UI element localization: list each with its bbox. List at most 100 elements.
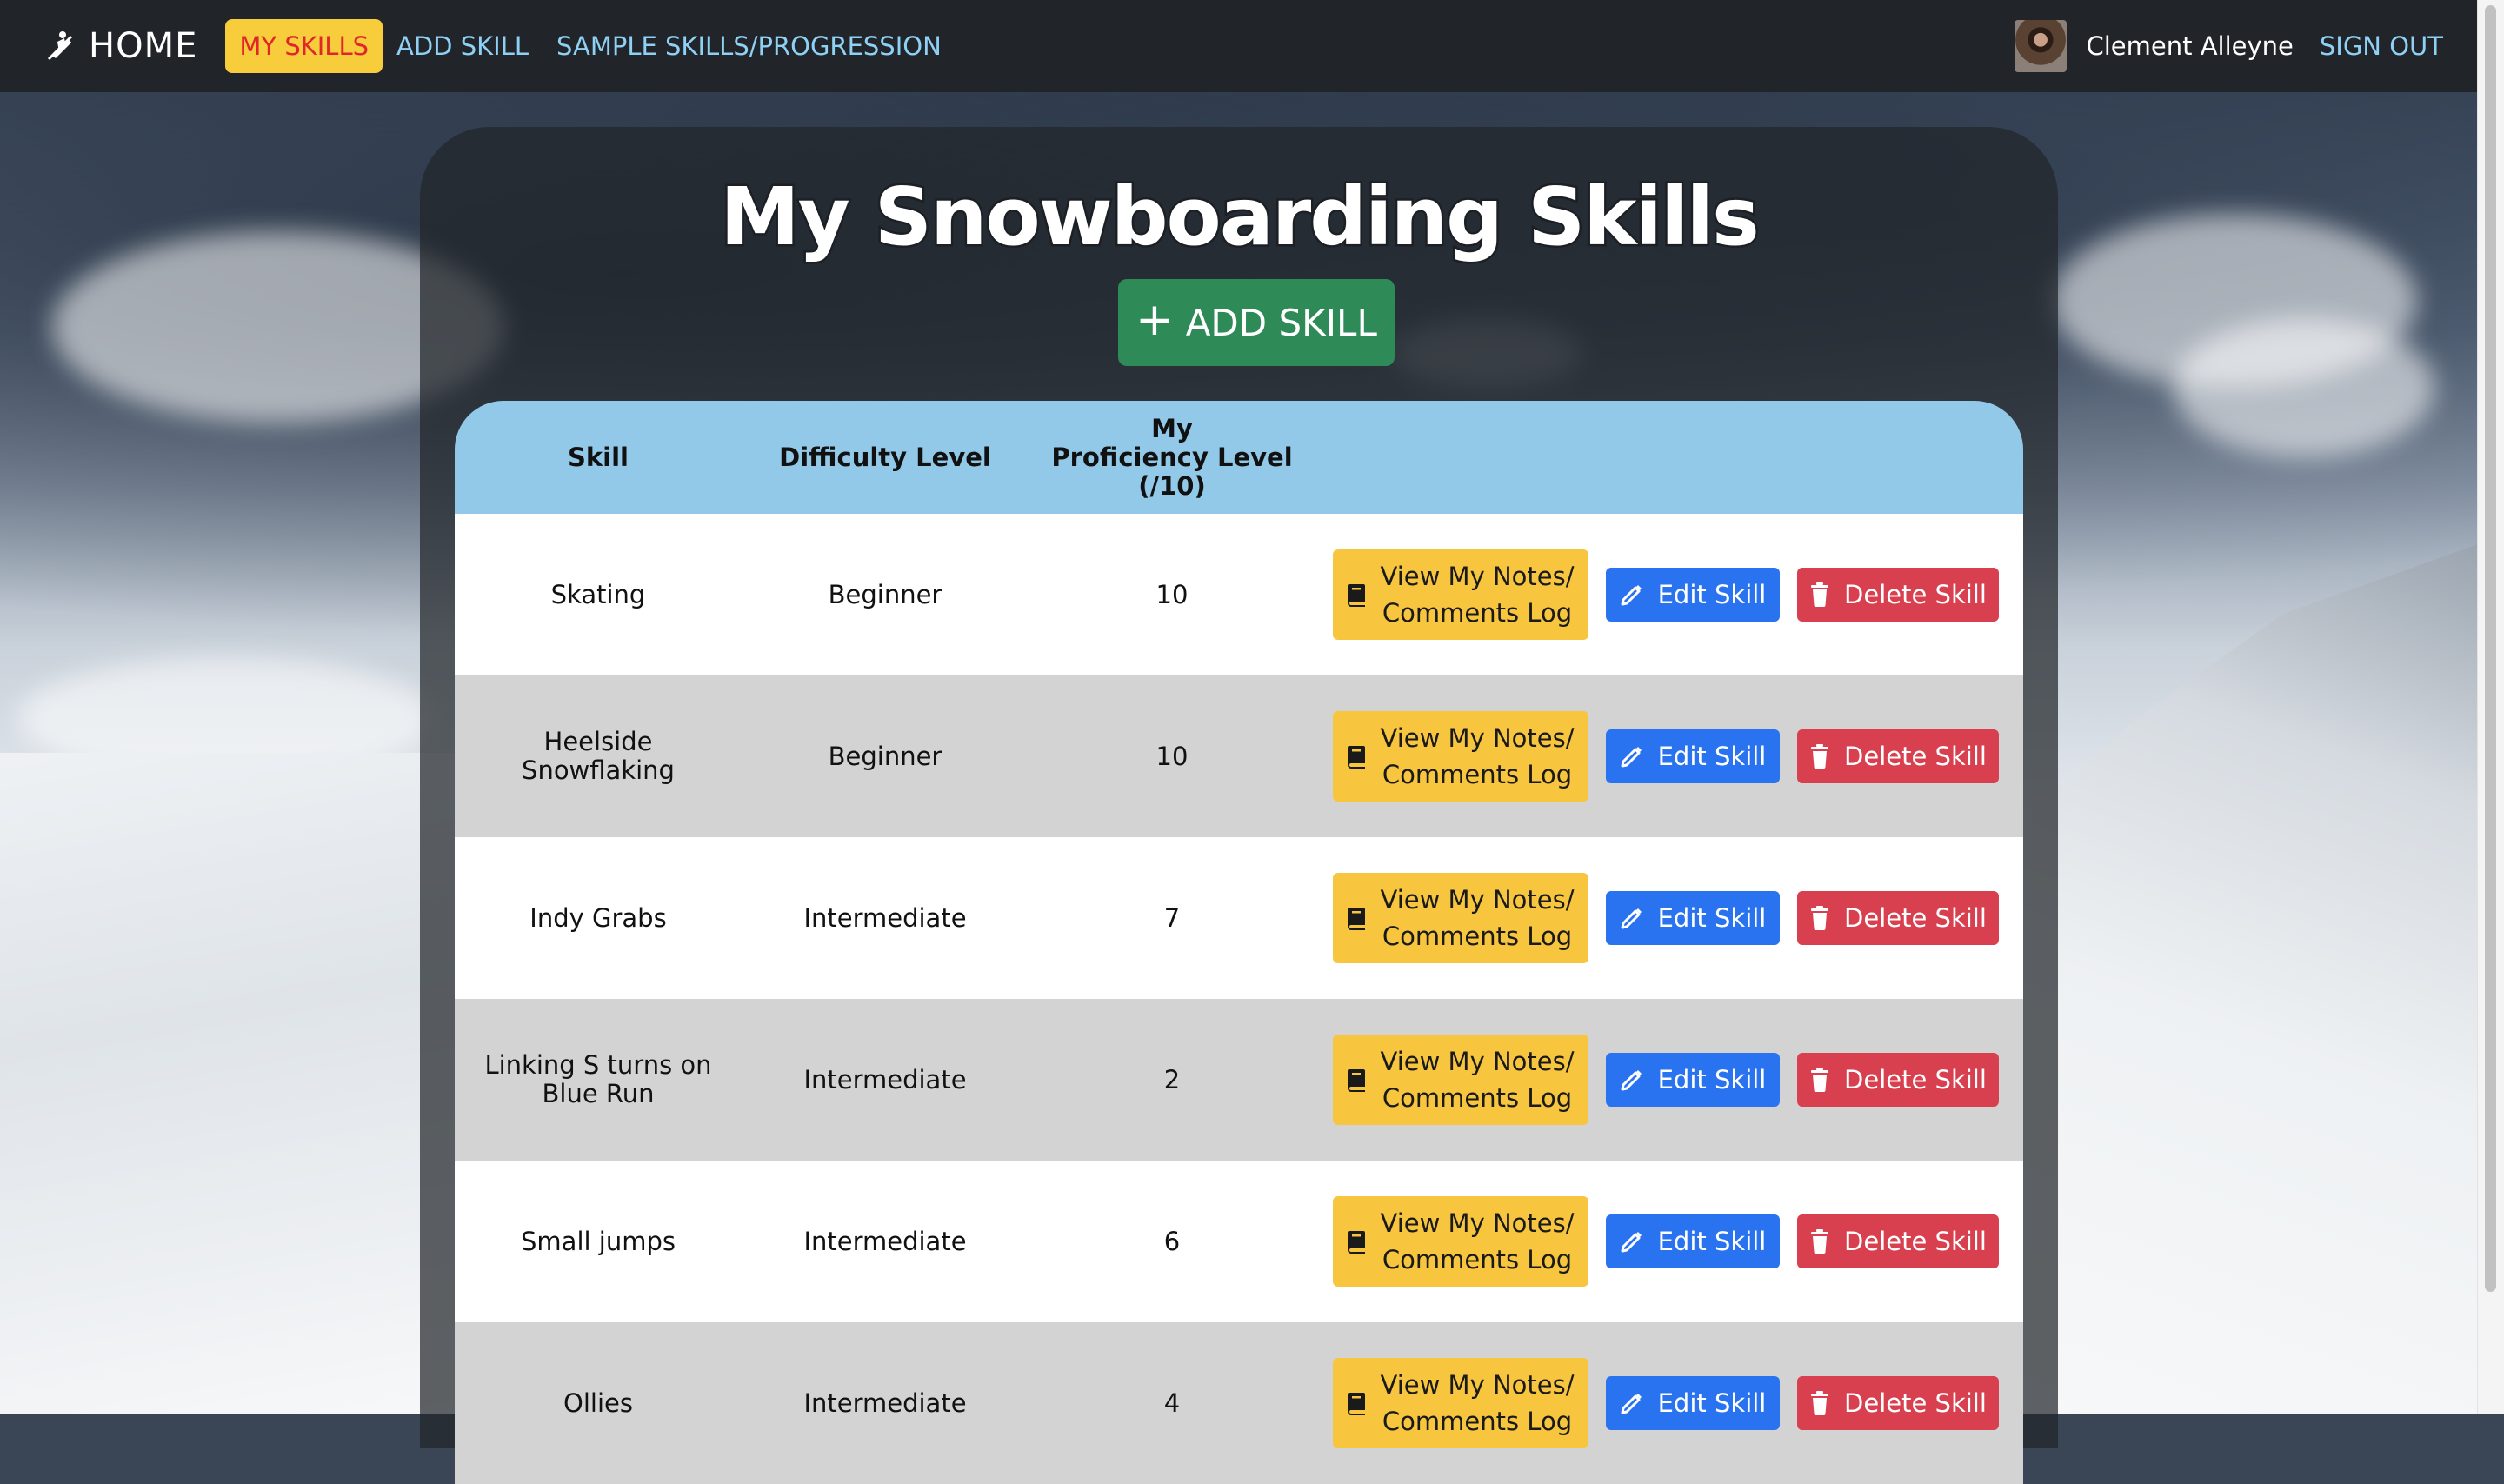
edit-skill-label: Edit Skill [1657,903,1767,933]
row-actions: View My Notes/ Comments Log Edit Skill D… [1315,1035,2023,1125]
edit-skill-button[interactable]: Edit Skill [1606,1376,1780,1430]
view-notes-button[interactable]: View My Notes/ Comments Log [1333,549,1588,640]
add-skill-label: ADD SKILL [1185,301,1377,344]
top-navbar: HOME MY SKILLS ADD SKILL SAMPLE SKILLS/P… [0,0,2478,92]
view-notes-label-line2: Comments Log [1382,1083,1573,1113]
page-scrollbar[interactable] [2477,0,2504,1414]
delete-skill-label: Delete Skill [1844,742,1987,771]
header-skill: Skill [568,442,629,472]
view-notes-label-line2: Comments Log [1382,922,1573,951]
view-notes-button[interactable]: View My Notes/ Comments Log [1333,1358,1588,1448]
pencil-icon [1621,1070,1642,1091]
delete-skill-button[interactable]: Delete Skill [1797,1376,1999,1430]
delete-skill-button[interactable]: Delete Skill [1797,1214,1999,1268]
delete-skill-button[interactable]: Delete Skill [1797,729,1999,783]
cell-proficiency: 6 [1163,1226,1181,1256]
view-notes-label-line1: View My Notes/ [1380,562,1575,591]
view-notes-label-line2: Comments Log [1382,1407,1573,1436]
view-notes-label-line1: View My Notes/ [1380,723,1575,753]
cell-skill: Skating [550,579,646,609]
pencil-icon [1621,585,1642,606]
nav-add-skill[interactable]: ADD SKILL [383,19,543,73]
pencil-icon [1621,1394,1642,1414]
row-actions: View My Notes/ Comments Log Edit Skill D… [1315,711,2023,802]
view-notes-label-line1: View My Notes/ [1380,885,1575,915]
home-label: HOME [89,26,198,66]
row-actions: View My Notes/ Comments Log Edit Skill D… [1315,1196,2023,1287]
add-skill-button[interactable]: + ADD SKILL [1118,279,1395,366]
nav-my-skills[interactable]: MY SKILLS [225,19,383,73]
book-icon [1347,1231,1365,1254]
edit-skill-label: Edit Skill [1657,1065,1767,1095]
scrollbar-thumb[interactable] [2485,5,2496,1292]
user-avatar [2015,20,2068,72]
pencil-icon [1621,747,1642,768]
row-actions: View My Notes/ Comments Log Edit Skill D… [1315,873,2023,963]
book-icon [1347,908,1365,930]
table-row: Skating Beginner 10 View My Notes/ Comme… [455,514,2023,675]
view-notes-button[interactable]: View My Notes/ Comments Log [1333,1035,1588,1125]
view-notes-button[interactable]: View My Notes/ Comments Log [1333,711,1588,802]
table-row: Ollies Intermediate 4 View My Notes/ Com… [455,1322,2023,1484]
delete-skill-button[interactable]: Delete Skill [1797,568,1999,622]
row-actions: View My Notes/ Comments Log Edit Skill D… [1315,549,2023,640]
delete-skill-label: Delete Skill [1844,1227,1987,1256]
cell-skill: Heelside Snowflaking [522,727,675,785]
trash-icon [1811,1229,1829,1254]
edit-skill-button[interactable]: Edit Skill [1606,1214,1780,1268]
edit-skill-label: Edit Skill [1657,742,1767,771]
trash-icon [1811,1391,1829,1415]
edit-skill-label: Edit Skill [1657,1227,1767,1256]
cell-difficulty: Beginner [828,741,942,771]
header-difficulty: Difficulty Level [779,442,991,472]
pencil-icon [1621,908,1642,929]
skills-panel: My Snowboarding Skills + ADD SKILL Skill… [420,127,2058,1484]
header-proficiency: My Proficiency Level (/10) [1029,413,1315,501]
cell-proficiency: 10 [1155,741,1189,771]
cell-difficulty: Intermediate [803,1226,967,1256]
edit-skill-button[interactable]: Edit Skill [1606,891,1780,945]
user-name: Clement Alleyne [2086,31,2294,61]
table-row: Indy Grabs Intermediate 7 View My Notes/… [455,837,2023,999]
book-icon [1347,746,1365,769]
book-icon [1347,1069,1365,1092]
delete-skill-button[interactable]: Delete Skill [1797,1053,1999,1107]
header-proficiency-line1: My [1151,413,1193,443]
header-proficiency-line2: Proficiency Level [1051,442,1293,472]
row-actions: View My Notes/ Comments Log Edit Skill D… [1315,1358,2023,1448]
home-link[interactable]: HOME [45,26,197,66]
view-notes-button[interactable]: View My Notes/ Comments Log [1333,1196,1588,1287]
sign-out-link[interactable]: SIGN OUT [2320,31,2443,61]
snowboarder-icon [47,31,73,61]
table-row: Heelside Snowflaking Beginner 10 View My… [455,675,2023,837]
table-header: Skill Difficulty Level My Proficiency Le… [455,401,2023,514]
page-title: My Snowboarding Skills [718,169,1762,266]
cell-proficiency: 10 [1155,579,1189,609]
cell-difficulty: Intermediate [803,1064,967,1095]
cell-proficiency: 2 [1163,1064,1181,1095]
trash-icon [1811,582,1829,607]
view-notes-label-line1: View My Notes/ [1380,1047,1575,1076]
header-proficiency-line3: (/10) [1138,470,1206,501]
view-notes-button[interactable]: View My Notes/ Comments Log [1333,873,1588,963]
pencil-icon [1621,1232,1642,1253]
cell-skill: Small jumps [521,1226,676,1256]
trash-icon [1811,1068,1829,1092]
view-notes-label-line1: View My Notes/ [1380,1370,1575,1400]
edit-skill-button[interactable]: Edit Skill [1606,568,1780,622]
cell-proficiency: 7 [1163,902,1181,933]
plus-icon: + [1135,294,1174,346]
edit-skill-button[interactable]: Edit Skill [1606,1053,1780,1107]
cell-difficulty: Intermediate [803,902,967,933]
book-icon [1347,1393,1365,1415]
trash-icon [1811,744,1829,769]
delete-skill-label: Delete Skill [1844,1065,1987,1095]
table-row: Small jumps Intermediate 6 View My Notes… [455,1161,2023,1322]
edit-skill-button[interactable]: Edit Skill [1606,729,1780,783]
cell-difficulty: Beginner [828,579,942,609]
table-row: Linking S turns on Blue Run Intermediate… [455,999,2023,1161]
delete-skill-button[interactable]: Delete Skill [1797,891,1999,945]
book-icon [1347,584,1365,607]
nav-sample-skills[interactable]: SAMPLE SKILLS/PROGRESSION [543,19,956,73]
cell-skill: Indy Grabs [529,902,667,933]
